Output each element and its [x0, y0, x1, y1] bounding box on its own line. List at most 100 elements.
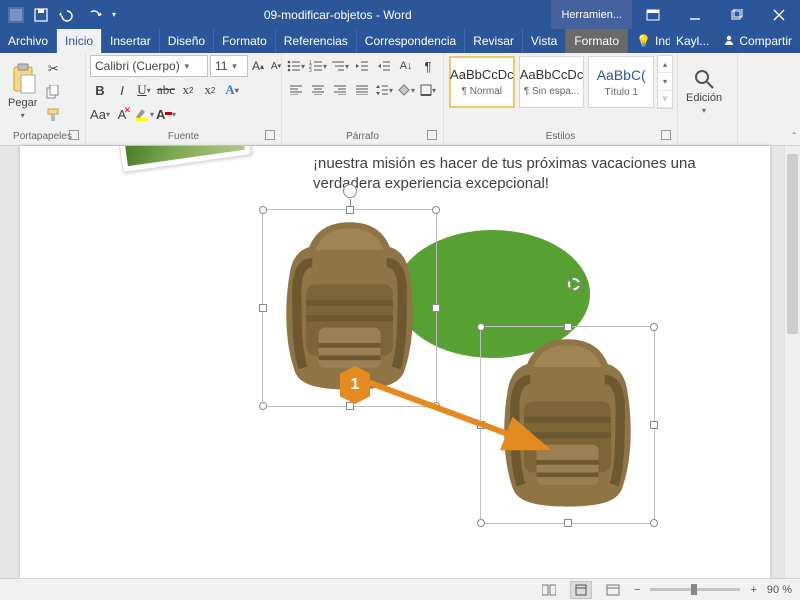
tab-picture-format[interactable]: Formato	[565, 29, 627, 53]
shading-icon[interactable]: ▾	[396, 80, 416, 100]
font-family-value: Calibri (Cuerpo)	[95, 59, 180, 73]
title-bar: ▾ 09-modificar-objetos - Word Herramien.…	[0, 0, 800, 29]
font-color-icon[interactable]: A▾	[156, 104, 176, 124]
bold-button[interactable]: B	[90, 80, 110, 100]
tab-home[interactable]: Inicio	[56, 29, 101, 53]
editing-dropdown[interactable]: Edición ▾	[682, 55, 726, 127]
paste-button[interactable]: Pegar ▾	[4, 55, 41, 127]
style-no-spacing[interactable]: AaBbCcDc¶ Sin espa...	[519, 56, 585, 108]
tab-layout[interactable]: Formato	[213, 29, 275, 53]
text-effects-icon[interactable]: A▾	[222, 80, 242, 100]
photo-thumbnail[interactable]	[118, 146, 251, 173]
underline-button[interactable]: U▾	[134, 80, 154, 100]
tab-mailings[interactable]: Correspondencia	[356, 29, 464, 53]
zoom-in-button[interactable]: +	[750, 584, 756, 596]
copy-icon[interactable]	[43, 82, 63, 102]
lightbulb-icon: 💡	[636, 34, 651, 48]
align-center-icon[interactable]	[308, 80, 328, 100]
undo-icon[interactable]	[58, 8, 78, 22]
group-label-editing	[682, 128, 733, 145]
highlight-color-icon[interactable]: ▾	[134, 104, 154, 124]
multilevel-list-icon[interactable]: ▾	[330, 56, 350, 76]
qat-customize-icon[interactable]: ▾	[112, 10, 116, 19]
share-label: Compartir	[739, 34, 792, 48]
align-left-icon[interactable]	[286, 80, 306, 100]
page[interactable]: ¡nuestra misión es hacer de tus próximas…	[20, 146, 770, 578]
web-layout-icon[interactable]	[602, 581, 624, 599]
tab-insert[interactable]: Insertar	[101, 29, 159, 53]
ribbon: Pegar ▾ ✂ Portapapeles Calibri (Cuerpo)▾…	[0, 53, 800, 146]
collapse-ribbon-icon[interactable]: ˆ	[793, 132, 796, 143]
minimize-icon[interactable]	[674, 0, 716, 29]
group-label-paragraph: Párrafo	[286, 128, 439, 145]
subscript-button[interactable]: x2	[178, 80, 198, 100]
font-dialog-launcher-icon[interactable]	[265, 130, 275, 140]
editing-label: Edición	[686, 92, 722, 104]
group-label-styles: Estilos	[448, 128, 673, 145]
close-icon[interactable]	[758, 0, 800, 29]
tab-file[interactable]: Archivo	[0, 29, 56, 53]
redo-icon[interactable]	[88, 8, 102, 22]
sort-icon[interactable]: A↓	[396, 56, 416, 76]
group-paragraph: ▾ 123▾ ▾ A↓ ¶ ▾ ▾ ▾ Párrafo	[282, 53, 444, 145]
tab-view[interactable]: Vista	[522, 29, 565, 53]
align-right-icon[interactable]	[330, 80, 350, 100]
body-paragraph: ¡nuestra misión es hacer de tus próximas…	[313, 154, 710, 195]
zoom-level[interactable]: 90 %	[767, 584, 792, 596]
save-icon[interactable]	[34, 8, 48, 22]
italic-button[interactable]: I	[112, 80, 132, 100]
format-painter-icon[interactable]	[43, 105, 63, 125]
share-button[interactable]: Compartir	[715, 29, 800, 53]
style-heading1[interactable]: AaBbC(Título 1	[588, 56, 654, 108]
read-mode-icon[interactable]	[538, 581, 560, 599]
group-label-font: Fuente	[90, 128, 277, 145]
find-icon	[693, 68, 715, 90]
zoom-slider[interactable]	[650, 588, 740, 591]
clear-formatting-icon[interactable]: A✕	[112, 104, 132, 124]
window-title: 09-modificar-objetos - Word	[124, 0, 551, 29]
decrease-indent-icon[interactable]	[352, 56, 372, 76]
justify-icon[interactable]	[352, 80, 372, 100]
contextual-tab-label: Herramien...	[551, 0, 632, 29]
styles-gallery-scroll[interactable]: ▴▾▿	[657, 55, 673, 109]
font-size-combo[interactable]: 11▾	[210, 55, 248, 77]
increase-indent-icon[interactable]	[374, 56, 394, 76]
change-case-icon[interactable]: Aa▾	[90, 104, 110, 124]
tab-design[interactable]: Diseño	[159, 29, 213, 53]
account-user[interactable]: Kayl...	[670, 29, 715, 53]
rotate-handle-icon[interactable]	[343, 184, 357, 198]
paste-dropdown-icon[interactable]: ▾	[21, 111, 25, 120]
line-spacing-icon[interactable]: ▾	[374, 80, 394, 100]
ribbon-display-options-icon[interactable]	[632, 0, 674, 29]
window-buttons	[632, 0, 800, 29]
share-icon	[723, 34, 735, 49]
font-family-combo[interactable]: Calibri (Cuerpo)▾	[90, 55, 208, 77]
shape-adjust-handle[interactable]	[568, 278, 580, 290]
svg-text:3: 3	[309, 68, 312, 72]
cut-icon[interactable]: ✂	[43, 59, 63, 79]
paste-label: Pegar	[8, 97, 37, 109]
tab-review[interactable]: Revisar	[464, 29, 522, 53]
vertical-scrollbar[interactable]	[784, 146, 800, 578]
maximize-icon[interactable]	[716, 0, 758, 29]
grow-font-icon[interactable]: A▴	[250, 56, 266, 76]
quick-access-toolbar: ▾	[0, 0, 124, 29]
show-marks-icon[interactable]: ¶	[418, 56, 438, 76]
style-normal[interactable]: AaBbCcDc¶ Normal	[449, 56, 515, 108]
borders-icon[interactable]: ▾	[418, 80, 438, 100]
tell-me-box[interactable]: 💡 Indicar...	[627, 29, 670, 53]
styles-dialog-launcher-icon[interactable]	[661, 130, 671, 140]
bullets-icon[interactable]: ▾	[286, 56, 306, 76]
superscript-button[interactable]: x2	[200, 80, 220, 100]
numbering-icon[interactable]: 123▾	[308, 56, 328, 76]
strikethrough-button[interactable]: abc	[156, 80, 176, 100]
tab-references[interactable]: Referencias	[275, 29, 356, 53]
zoom-out-button[interactable]: −	[634, 584, 640, 596]
clipboard-dialog-launcher-icon[interactable]	[69, 130, 79, 140]
image-backpack-2[interactable]	[490, 331, 645, 521]
scroll-thumb[interactable]	[787, 154, 798, 334]
print-layout-icon[interactable]	[570, 581, 592, 599]
group-styles: AaBbCcDc¶ Normal AaBbCcDc¶ Sin espa... A…	[444, 53, 678, 145]
paragraph-dialog-launcher-icon[interactable]	[427, 130, 437, 140]
document-area: ¡nuestra misión es hacer de tus próximas…	[0, 146, 800, 578]
